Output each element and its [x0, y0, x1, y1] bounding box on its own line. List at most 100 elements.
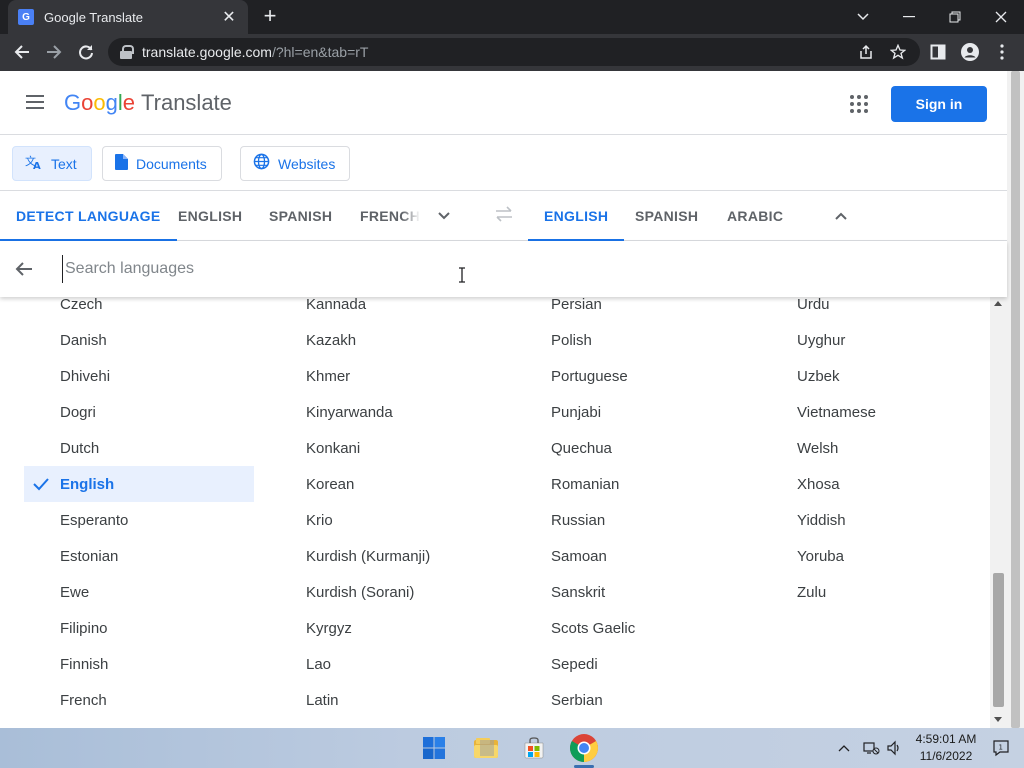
language-option[interactable]: Danish — [24, 322, 254, 358]
google-apps-icon[interactable] — [850, 95, 868, 113]
lock-icon[interactable] — [120, 45, 134, 59]
language-option[interactable]: Latin — [270, 682, 510, 718]
language-option[interactable]: Kurdish (Sorani) — [270, 574, 510, 610]
language-option[interactable]: Uzbek — [761, 358, 1001, 394]
scroll-down-arrow-icon[interactable] — [994, 717, 1002, 722]
network-icon[interactable] — [862, 728, 880, 768]
language-option[interactable]: Filipino — [24, 610, 254, 646]
language-option[interactable]: Xhosa — [761, 466, 1001, 502]
language-option[interactable]: Persian — [515, 297, 755, 322]
language-option[interactable]: Ewe — [24, 574, 254, 610]
restore-icon[interactable] — [932, 0, 978, 34]
profile-icon[interactable] — [956, 38, 984, 66]
language-option[interactable]: Kinyarwanda — [270, 394, 510, 430]
language-option[interactable]: French — [24, 682, 254, 718]
language-option[interactable]: Vietnamese — [761, 394, 1001, 430]
language-option[interactable]: Serbian — [515, 682, 755, 718]
microsoft-store-icon[interactable] — [518, 732, 550, 764]
language-option[interactable]: Punjabi — [515, 394, 755, 430]
language-option[interactable]: Zulu — [761, 574, 1001, 610]
tab-search-icon[interactable] — [840, 0, 886, 34]
language-option[interactable]: Uyghur — [761, 322, 1001, 358]
language-option[interactable]: Romanian — [515, 466, 755, 502]
language-option[interactable]: Estonian — [24, 538, 254, 574]
language-option[interactable]: Quechua — [515, 430, 755, 466]
language-option[interactable]: Kurdish (Kurmanji) — [270, 538, 510, 574]
language-option[interactable]: Khmer — [270, 358, 510, 394]
sign-in-button[interactable]: Sign in — [891, 86, 987, 122]
language-option[interactable]: Konkani — [270, 430, 510, 466]
side-panel-icon[interactable] — [924, 38, 952, 66]
back-arrow-icon[interactable] — [14, 259, 34, 279]
browser-toolbar: translate.google.com/?hl=en&tab=rT — [0, 34, 1024, 71]
forward-icon[interactable] — [40, 38, 68, 66]
language-option[interactable]: Finnish — [24, 646, 254, 682]
language-column-2: Kannada Kazakh Khmer Kinyarwanda Konkani Kore… — [270, 297, 510, 718]
language-option[interactable]: Czech — [24, 297, 254, 322]
new-tab-icon[interactable]: + — [258, 4, 282, 28]
language-option[interactable]: Dhivehi — [24, 358, 254, 394]
main-menu-icon[interactable] — [26, 95, 44, 109]
language-option[interactable]: Welsh — [761, 430, 1001, 466]
language-option-selected[interactable]: English — [24, 466, 254, 502]
language-option[interactable]: Yiddish — [761, 502, 1001, 538]
bookmark-star-icon[interactable] — [884, 38, 912, 66]
language-option[interactable]: Esperanto — [24, 502, 254, 538]
scroll-thumb[interactable] — [993, 573, 1004, 707]
page-scrollbar[interactable] — [1007, 71, 1024, 728]
source-lang-detect[interactable]: DETECT LANGUAGE — [0, 192, 176, 241]
notifications-icon[interactable]: 1 — [992, 728, 1010, 768]
close-tab-icon[interactable]: ✕ — [220, 7, 238, 27]
search-languages-input[interactable] — [62, 255, 762, 283]
reload-icon[interactable] — [72, 38, 100, 66]
language-option[interactable]: Scots Gaelic — [515, 610, 755, 646]
language-option-label: Welsh — [797, 439, 839, 457]
language-option[interactable]: Portuguese — [515, 358, 755, 394]
language-option[interactable]: Korean — [270, 466, 510, 502]
source-lang-spanish[interactable]: SPANISH — [269, 192, 332, 240]
documents-mode-button[interactable]: Documents — [102, 146, 222, 181]
swap-languages-icon[interactable] — [494, 206, 514, 227]
language-option[interactable]: Sepedi — [515, 646, 755, 682]
share-icon[interactable] — [852, 38, 880, 66]
address-bar[interactable]: translate.google.com/?hl=en&tab=rT — [108, 38, 920, 66]
menu-kebab-icon[interactable] — [988, 38, 1016, 66]
language-option[interactable]: Russian — [515, 502, 755, 538]
language-option[interactable]: Samoan — [515, 538, 755, 574]
source-lang-english[interactable]: ENGLISH — [178, 192, 242, 240]
target-lang-spanish[interactable]: SPANISH — [635, 192, 698, 240]
taskbar-clock[interactable]: 4:59:01 AM 11/6/2022 — [906, 731, 986, 765]
websites-mode-button[interactable]: Websites — [240, 146, 351, 181]
minimize-icon[interactable] — [886, 0, 932, 34]
language-list-scrollbar[interactable] — [990, 297, 1007, 728]
language-option[interactable]: Urdu — [761, 297, 1001, 322]
tray-overflow-icon[interactable] — [838, 728, 850, 768]
close-window-icon[interactable] — [978, 0, 1024, 34]
language-option[interactable]: Dutch — [24, 430, 254, 466]
language-option[interactable]: Polish — [515, 322, 755, 358]
target-lang-english[interactable]: ENGLISH — [527, 192, 625, 241]
page-scroll-thumb[interactable] — [1011, 71, 1020, 728]
language-option[interactable]: Kazakh — [270, 322, 510, 358]
language-option[interactable]: Yoruba — [761, 538, 1001, 574]
file-explorer-icon[interactable] — [470, 732, 502, 764]
chevron-down-icon[interactable] — [436, 208, 452, 224]
chrome-icon[interactable] — [568, 732, 600, 764]
chevron-up-icon[interactable] — [833, 208, 849, 224]
language-option[interactable]: Lao — [270, 646, 510, 682]
text-mode-button[interactable]: 文A Text — [12, 146, 92, 181]
language-option-label: Kannada — [306, 297, 367, 313]
volume-icon[interactable] — [886, 728, 902, 768]
language-option[interactable]: Kannada — [270, 297, 510, 322]
source-lang-french[interactable]: FRENCH — [360, 192, 420, 240]
back-icon[interactable] — [8, 38, 36, 66]
language-option[interactable]: Sanskrit — [515, 574, 755, 610]
language-option[interactable]: Dogri — [24, 394, 254, 430]
language-option[interactable]: Kyrgyz — [270, 610, 510, 646]
target-lang-arabic[interactable]: ARABIC — [727, 192, 783, 240]
scroll-up-arrow-icon[interactable] — [994, 301, 1002, 306]
browser-tab[interactable]: G Google Translate ✕ — [8, 0, 248, 34]
google-translate-logo[interactable]: Google Translate — [64, 90, 232, 116]
language-option[interactable]: Krio — [270, 502, 510, 538]
windows-start-icon[interactable] — [418, 732, 450, 764]
